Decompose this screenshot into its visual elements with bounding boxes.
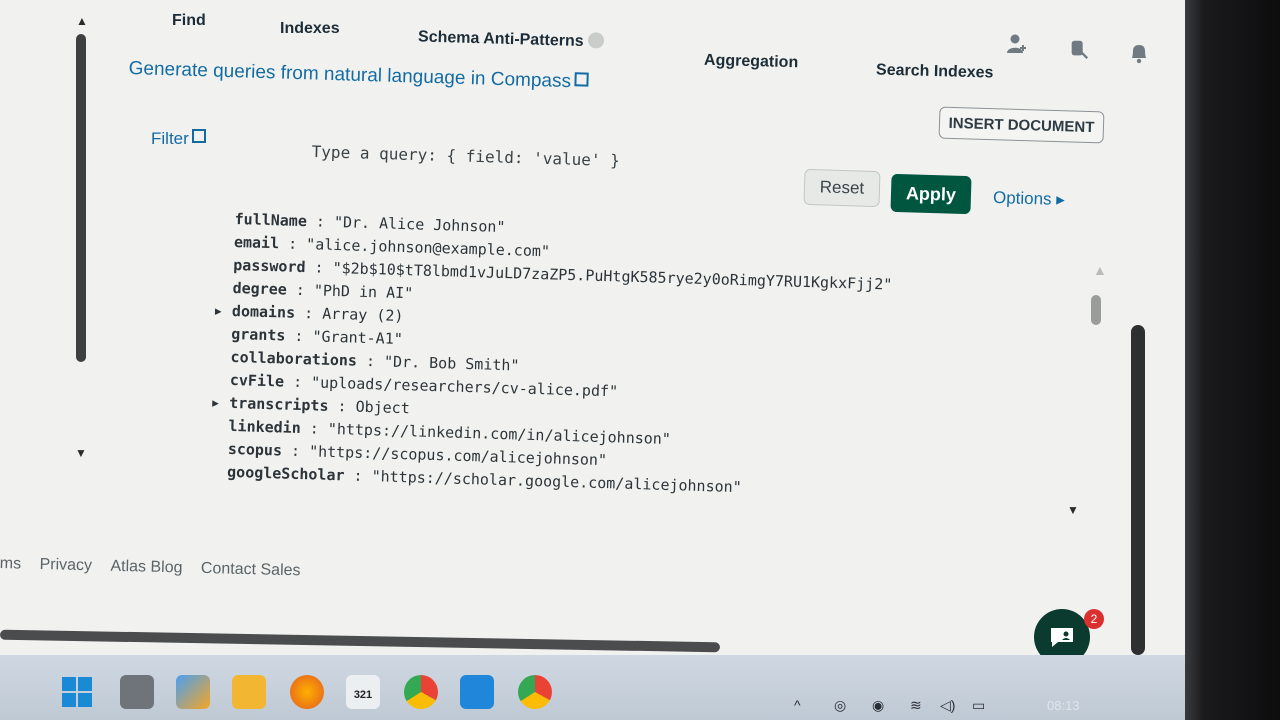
field-key: scopus: [227, 439, 283, 460]
left-scrollbar[interactable]: [76, 34, 86, 362]
field-value: "Dr. Bob Smith": [383, 352, 520, 375]
insert-document-button[interactable]: INSERT DOCUMENT: [938, 106, 1105, 144]
field-value: "Dr. Alice Johnson": [333, 212, 506, 237]
expand-caret-icon[interactable]: ▶: [212, 391, 219, 414]
tray-security-icon[interactable]: ◉: [872, 697, 884, 714]
chat-notification-badge: 2: [1084, 609, 1104, 629]
field-key: fullName: [234, 209, 308, 231]
tab-find[interactable]: Find: [172, 12, 206, 30]
atlas-collection-view: Find Indexes Schema Anti-Patterns Aggreg…: [0, 0, 1185, 665]
field-separator: :: [305, 258, 333, 277]
tab-indexes[interactable]: Indexes: [280, 20, 340, 38]
inner-scroll-up-icon[interactable]: ▲: [1093, 262, 1107, 278]
field-key: degree: [232, 278, 288, 299]
chat-bubble-icon: [1051, 628, 1073, 647]
scroll-down-arrow-icon[interactable]: ▼: [75, 446, 87, 460]
footer-links: ms Privacy Atlas Blog Contact Sales: [0, 555, 315, 581]
filter-label: Filter: [151, 129, 189, 148]
field-value: Object: [355, 397, 411, 418]
footer-link-contact-sales[interactable]: Contact Sales: [201, 560, 301, 579]
field-key: password: [233, 255, 306, 277]
field-separator: :: [278, 234, 307, 254]
field-value: Array (2): [321, 304, 404, 326]
collection-tabs: Find Indexes Schema Anti-Patterns Aggreg…: [0, 0, 1100, 82]
battery-icon[interactable]: ▭: [972, 697, 985, 714]
screen: Find Indexes Schema Anti-Patterns Aggreg…: [0, 0, 1185, 720]
info-icon: [587, 32, 604, 49]
field-separator: :: [356, 351, 385, 371]
apply-button[interactable]: Apply: [890, 173, 972, 215]
tab-search-indexes[interactable]: Search Indexes: [876, 61, 994, 82]
document-view: fullName : "Dr. Alice Johnson" email : "a…: [212, 208, 894, 503]
field-key: cvFile: [229, 370, 285, 391]
field-key: email: [233, 232, 280, 253]
field-value: "Grant-A1": [312, 327, 404, 349]
inner-scrollbar-thumb[interactable]: [1091, 295, 1101, 325]
field-separator: :: [294, 303, 323, 323]
vscode-icon[interactable]: [460, 675, 494, 709]
field-key: grants: [230, 324, 286, 345]
chrome-icon[interactable]: [404, 675, 438, 709]
copilot-icon[interactable]: [176, 675, 210, 709]
options-button[interactable]: Options ▸: [993, 188, 1065, 210]
file-explorer-icon[interactable]: [232, 675, 266, 709]
notification-bell-icon[interactable]: [1128, 42, 1150, 64]
field-key: linkedin: [228, 416, 302, 438]
field-separator: :: [344, 466, 372, 486]
footer-link-terms[interactable]: ms: [0, 555, 21, 573]
field-separator: :: [283, 372, 312, 392]
calendar-app-icon[interactable]: 321: [346, 675, 380, 709]
tab-schema-label: Schema Anti-Patterns: [417, 28, 584, 51]
filter-link[interactable]: Filter: [151, 129, 206, 149]
reset-button[interactable]: Reset: [803, 168, 881, 208]
footer-link-atlas-blog[interactable]: Atlas Blog: [110, 558, 182, 577]
task-view-icon[interactable]: [120, 675, 154, 709]
field-key: transcripts: [228, 393, 329, 415]
feature-icon[interactable]: [1068, 38, 1090, 60]
field-separator: :: [285, 326, 313, 346]
field-separator: :: [328, 396, 356, 416]
footer-link-privacy[interactable]: Privacy: [39, 556, 92, 574]
natural-language-query-label: Generate queries from natural language i…: [128, 58, 572, 93]
firefox-icon[interactable]: [290, 675, 324, 709]
query-filter-input[interactable]: Type a query: { field: 'value' }: [311, 142, 620, 170]
right-scrollbar[interactable]: [1131, 325, 1145, 655]
horizontal-scrollbar[interactable]: [0, 629, 721, 653]
wifi-icon[interactable]: ≋: [910, 697, 922, 714]
natural-language-query-link[interactable]: Generate queries from natural language i…: [128, 58, 589, 94]
field-key: domains: [231, 301, 296, 322]
scroll-up-arrow-icon[interactable]: ▲: [76, 14, 88, 28]
windows-taskbar: 321 ^ ◎ ◉ ≋ ◁) ▭ 08:13: [0, 655, 1185, 720]
taskbar-clock[interactable]: 08:13: [1047, 698, 1080, 713]
tray-app-icon[interactable]: ◎: [834, 697, 846, 714]
external-link-icon: [573, 72, 589, 87]
field-key: googleScholar: [226, 462, 345, 485]
external-link-icon: [191, 129, 206, 143]
document-scroll-down-icon[interactable]: ▼: [1067, 503, 1079, 517]
field-separator: :: [306, 212, 335, 231]
add-user-icon[interactable]: [1006, 33, 1028, 55]
volume-icon[interactable]: ◁): [940, 697, 955, 714]
field-separator: :: [281, 441, 310, 461]
tab-aggregation[interactable]: Aggregation: [704, 52, 799, 72]
monitor-bezel: [1185, 0, 1280, 720]
tab-schema-anti-patterns[interactable]: Schema Anti-Patterns: [418, 27, 604, 51]
field-value: "PhD in AI": [313, 281, 414, 303]
field-key: collaborations: [230, 347, 358, 370]
field-separator: :: [286, 280, 315, 300]
field-separator: :: [300, 419, 329, 438]
expand-caret-icon[interactable]: ▶: [215, 299, 222, 322]
tray-chevron-up-icon[interactable]: ^: [794, 697, 801, 713]
chrome-profile-icon[interactable]: [518, 675, 552, 709]
windows-start-icon[interactable]: [60, 675, 94, 709]
